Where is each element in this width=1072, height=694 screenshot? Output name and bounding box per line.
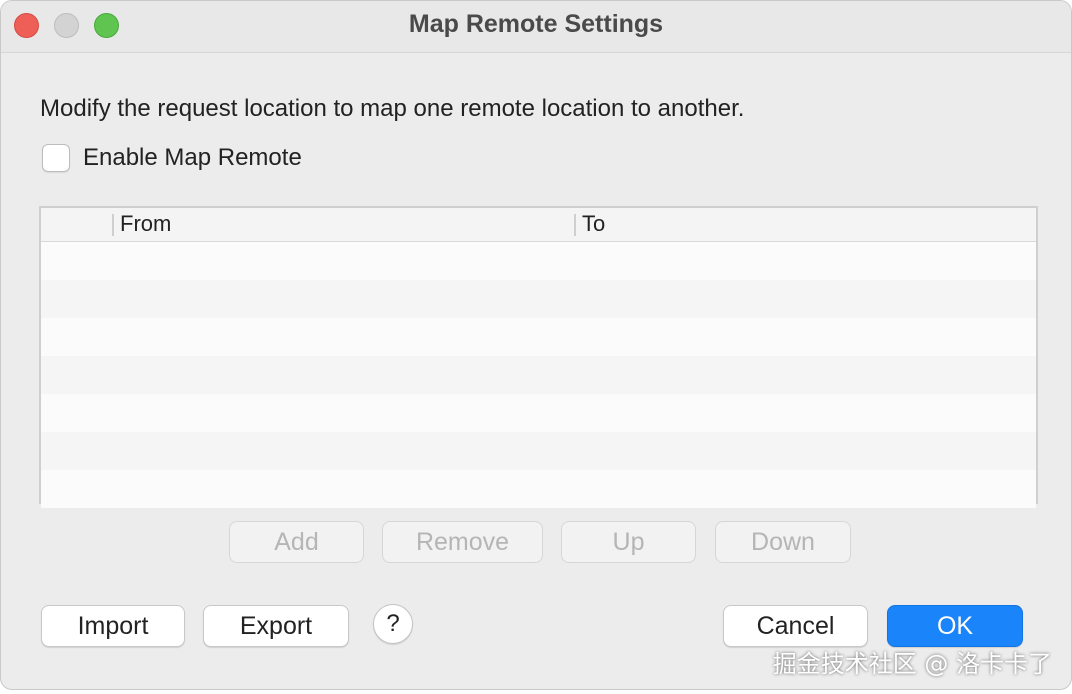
table-body[interactable] bbox=[41, 242, 1036, 508]
table-row-empty bbox=[41, 432, 1036, 470]
column-header-from[interactable]: From bbox=[120, 211, 171, 237]
table-row-empty bbox=[41, 242, 1036, 280]
table-row-empty bbox=[41, 470, 1036, 508]
enable-map-remote-row[interactable]: Enable Map Remote bbox=[42, 143, 302, 173]
ok-button[interactable]: OK bbox=[887, 605, 1023, 647]
enable-map-remote-checkbox[interactable] bbox=[42, 144, 70, 172]
enable-map-remote-label[interactable]: Enable Map Remote bbox=[83, 144, 302, 172]
add-button[interactable]: Add bbox=[229, 521, 364, 563]
table-row-empty bbox=[41, 280, 1036, 318]
help-button[interactable]: ? bbox=[373, 604, 413, 644]
table-row-empty bbox=[41, 356, 1036, 394]
column-header-to[interactable]: To bbox=[582, 211, 605, 237]
table-row-empty bbox=[41, 394, 1036, 432]
column-separator[interactable] bbox=[574, 214, 576, 236]
down-button[interactable]: Down bbox=[715, 521, 851, 563]
column-separator[interactable] bbox=[112, 214, 114, 236]
table-header: From To bbox=[41, 208, 1038, 242]
up-button[interactable]: Up bbox=[561, 521, 696, 563]
watermark-text: 掘金技术社区 @ 洛卡卡了 bbox=[772, 650, 1052, 678]
map-remote-settings-dialog: Map Remote Settings Modify the request l… bbox=[0, 0, 1072, 690]
description-text: Modify the request location to map one r… bbox=[40, 95, 745, 122]
window-title: Map Remote Settings bbox=[408, 10, 664, 38]
cancel-button[interactable]: Cancel bbox=[723, 605, 868, 647]
import-button[interactable]: Import bbox=[41, 605, 185, 647]
table-row-empty bbox=[41, 318, 1036, 356]
column-separator bbox=[1036, 214, 1038, 236]
export-button[interactable]: Export bbox=[203, 605, 349, 647]
remove-button[interactable]: Remove bbox=[382, 521, 543, 563]
title-bar: Map Remote Settings bbox=[1, 1, 1071, 53]
mappings-table[interactable]: From To bbox=[39, 206, 1038, 508]
